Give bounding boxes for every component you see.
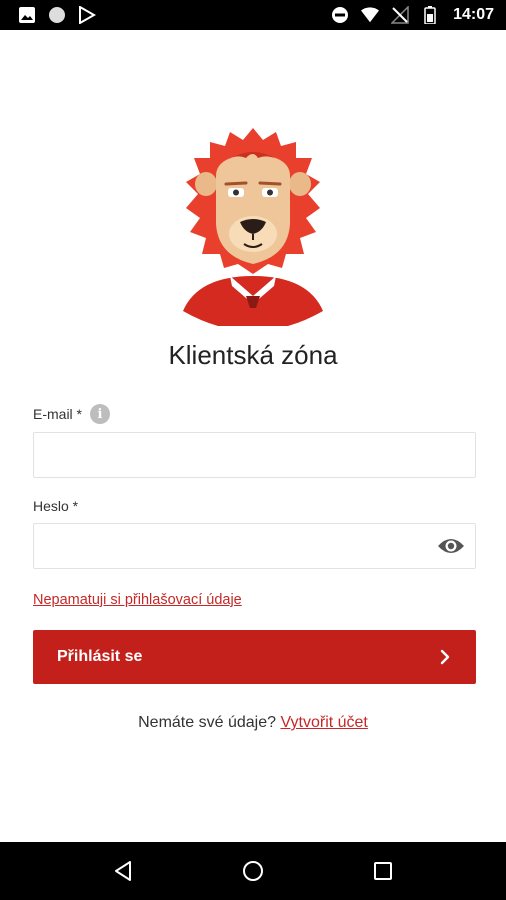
play-store-icon [78,6,96,24]
status-bar: 14:07 [0,0,506,30]
no-signal-icon [391,6,409,24]
recents-icon[interactable] [371,859,395,883]
status-right-icons: 14:07 [331,6,494,24]
forgot-credentials-link[interactable]: Nepamatuji si přihlašovací údaje [33,592,242,608]
lion-mascot-icon [183,128,323,326]
signup-prompt: Nemáte své údaje? [138,714,276,731]
password-label-row: Heslo * [33,498,78,514]
status-time: 14:07 [453,6,494,23]
email-label-row: E-mail * i [33,404,111,424]
image-icon [18,6,36,24]
status-left-icons [18,6,96,24]
login-button-label: Přihlásit se [57,648,143,665]
password-label: Heslo * [33,498,79,514]
circle-icon [48,6,66,24]
signup-prompt-row: Nemáte své údaje? Vytvořit účet [0,714,506,732]
page-title: Klientská zóna [168,340,338,370]
back-icon[interactable] [111,859,135,883]
home-icon[interactable] [241,859,265,883]
eye-icon[interactable] [437,535,465,557]
info-icon[interactable]: i [90,404,111,424]
create-account-link[interactable]: Vytvořit účet [280,714,367,731]
login-button[interactable]: Přihlásit se [33,630,476,684]
email-field[interactable] [33,432,476,478]
chevron-right-icon [440,649,450,665]
battery-icon [421,6,439,24]
nav-bar [0,842,506,900]
do-not-disturb-icon [331,6,349,24]
password-field[interactable] [33,523,476,569]
main-content: Klientská zóna E-mail * i Heslo * Nepama… [0,30,506,842]
email-label: E-mail * [33,406,83,422]
wifi-icon [361,6,380,24]
